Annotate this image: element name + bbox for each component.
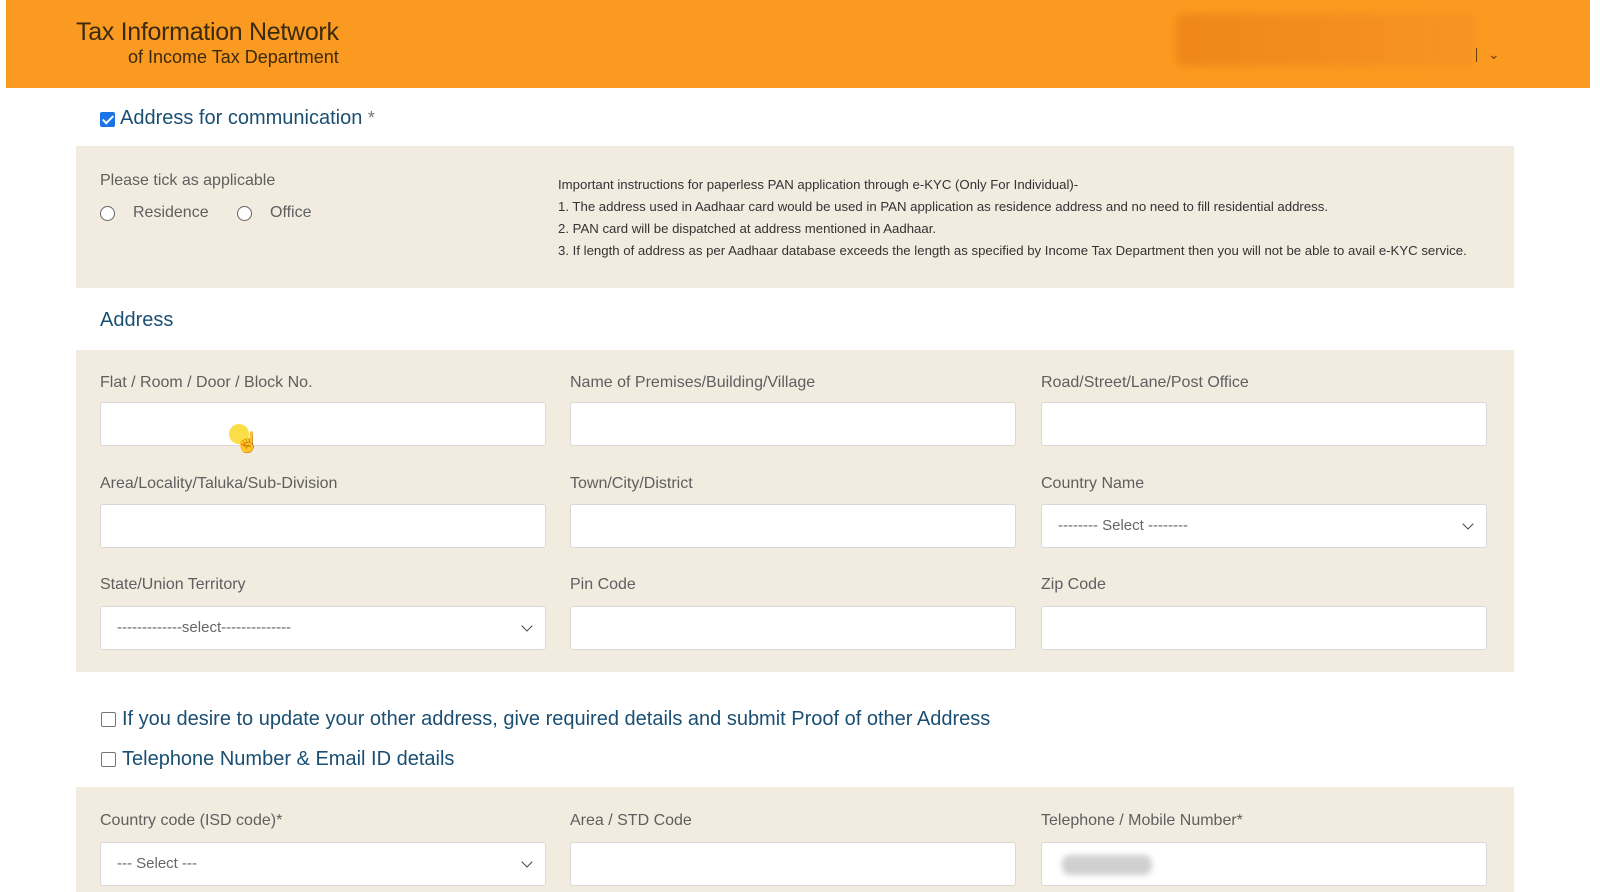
ekyc-instructions: Important instructions for paperless PAN… [558,174,1498,262]
std-input[interactable] [570,842,1016,886]
logo-subtitle: of Income Tax Department [128,47,339,67]
logo-title: Tax Information Network [76,18,339,46]
address-communication-label: Address for communication * [120,107,375,130]
other-address-checkbox[interactable] [101,712,116,727]
user-menu-redacted[interactable] [1176,14,1476,66]
residence-radio[interactable] [100,206,115,221]
phone-input[interactable] [1041,842,1487,886]
address-communication-text: Address for communication [120,107,363,129]
flat-input[interactable] [100,402,546,446]
chevron-down-icon [521,620,533,632]
telephone-email-label[interactable]: Telephone Number & Email ID details [122,748,454,771]
hand-cursor-icon: ☝ [235,432,260,454]
town-label: Town/City/District [570,475,693,492]
page-frame: Tax Information Network of Income Tax De… [6,0,1590,892]
required-asterisk: * [367,108,375,128]
address-communication-checkbox[interactable] [100,112,115,127]
flat-label: Flat / Room / Door / Block No. [100,374,313,391]
area-label: Area/Locality/Taluka/Sub-Division [100,475,338,492]
country-select-value: -------- Select -------- [1058,517,1188,534]
telephone-email-checkbox[interactable] [101,752,116,767]
state-select-value: -------------select-------------- [117,619,292,636]
country-select[interactable]: -------- Select -------- [1041,504,1487,548]
state-select[interactable]: -------------select-------------- [100,606,546,650]
address-section-title: Address [100,309,174,331]
site-header: Tax Information Network of Income Tax De… [6,0,1590,88]
office-label[interactable]: Office [270,204,312,222]
pin-input[interactable] [570,606,1016,650]
chevron-down-icon [521,856,533,868]
other-address-label[interactable]: If you desire to update your other addre… [122,708,990,731]
country-label: Country Name [1041,475,1145,492]
office-radio[interactable] [237,206,252,221]
isd-select[interactable]: --- Select --- [100,842,546,886]
road-input[interactable] [1041,402,1487,446]
town-input[interactable] [570,504,1016,548]
premises-input[interactable] [570,402,1016,446]
instruction-heading: Important instructions for paperless PAN… [558,177,1079,192]
pin-label: Pin Code [570,576,636,593]
premises-label: Name of Premises/Building/Village [570,374,816,391]
chevron-down-icon[interactable]: ⌄ [1488,46,1500,63]
instruction-item: 3. If length of address as per Aadhaar d… [558,243,1467,258]
isd-select-value: --- Select --- [117,855,197,872]
instruction-item: 1. The address used in Aadhaar card woul… [558,199,1328,214]
residence-label[interactable]: Residence [133,204,209,222]
tick-prompt: Please tick as applicable [100,172,276,189]
phone-label: Telephone / Mobile Number* [1041,812,1243,829]
state-label: State/Union Territory [100,576,246,593]
user-menu-divider [1476,48,1477,62]
area-input[interactable] [100,504,546,548]
zip-label: Zip Code [1041,576,1106,593]
chevron-down-icon [1462,518,1474,530]
road-label: Road/Street/Lane/Post Office [1041,374,1249,391]
instruction-item: 2. PAN card will be dispatched at addres… [558,221,937,236]
zip-input[interactable] [1041,606,1487,650]
phone-value-redacted [1062,855,1152,875]
isd-label: Country code (ISD code)* [100,812,283,829]
std-label: Area / STD Code [570,812,692,829]
